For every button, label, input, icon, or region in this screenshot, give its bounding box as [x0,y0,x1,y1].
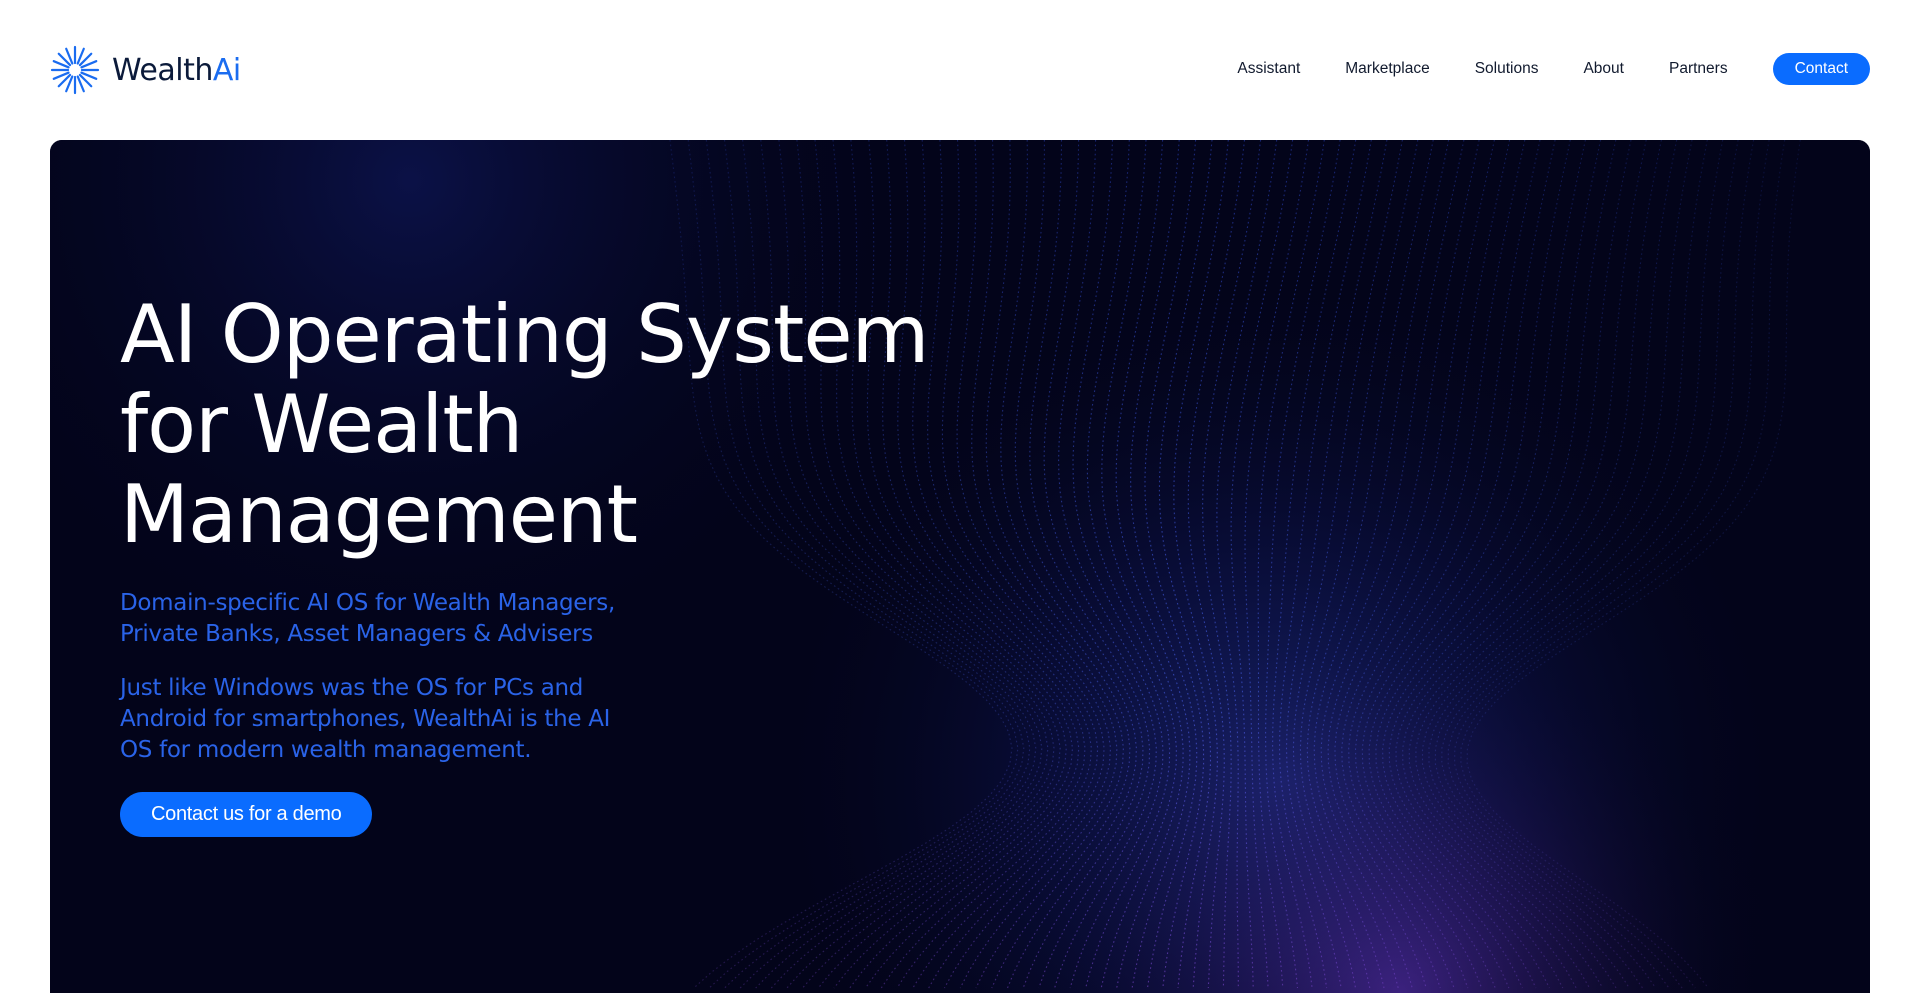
nav-marketplace[interactable]: Marketplace [1345,53,1429,85]
hero-description: Just like Windows was the OS for PCs and… [120,675,611,763]
hero-title: AI Operating System for Wealth Managemen… [120,290,960,560]
nav-partners[interactable]: Partners [1669,53,1728,85]
brand-name-accent: Ai [212,52,241,88]
contact-button[interactable]: Contact [1772,53,1870,85]
hero-title-line-1: AI Operating System [120,288,929,381]
nav-assistant[interactable]: Assistant [1237,53,1300,85]
demo-cta-button[interactable]: Contact us for a demo [120,792,373,837]
hero-title-line-2: for Wealth [120,378,523,471]
hero-subtitle: Domain-specific AI OS for Wealth Manager… [120,590,615,647]
main-nav: Assistant Marketplace Solutions About Pa… [1237,53,1870,85]
hero-section: AI Operating System for Wealth Managemen… [50,140,1870,993]
brand-wordmark: WealthAi [112,53,241,88]
nav-about[interactable]: About [1583,53,1624,85]
site-header: WealthAi Assistant Marketplace Solutions… [0,0,1920,140]
hero-content: AI Operating System for Wealth Managemen… [120,290,1020,837]
hero-title-line-3: Management [120,468,638,561]
nav-solutions[interactable]: Solutions [1475,53,1539,85]
brand-name-main: Wealth [112,52,213,88]
starburst-logo-icon [50,45,100,95]
brand-logo[interactable]: WealthAi [50,45,241,95]
